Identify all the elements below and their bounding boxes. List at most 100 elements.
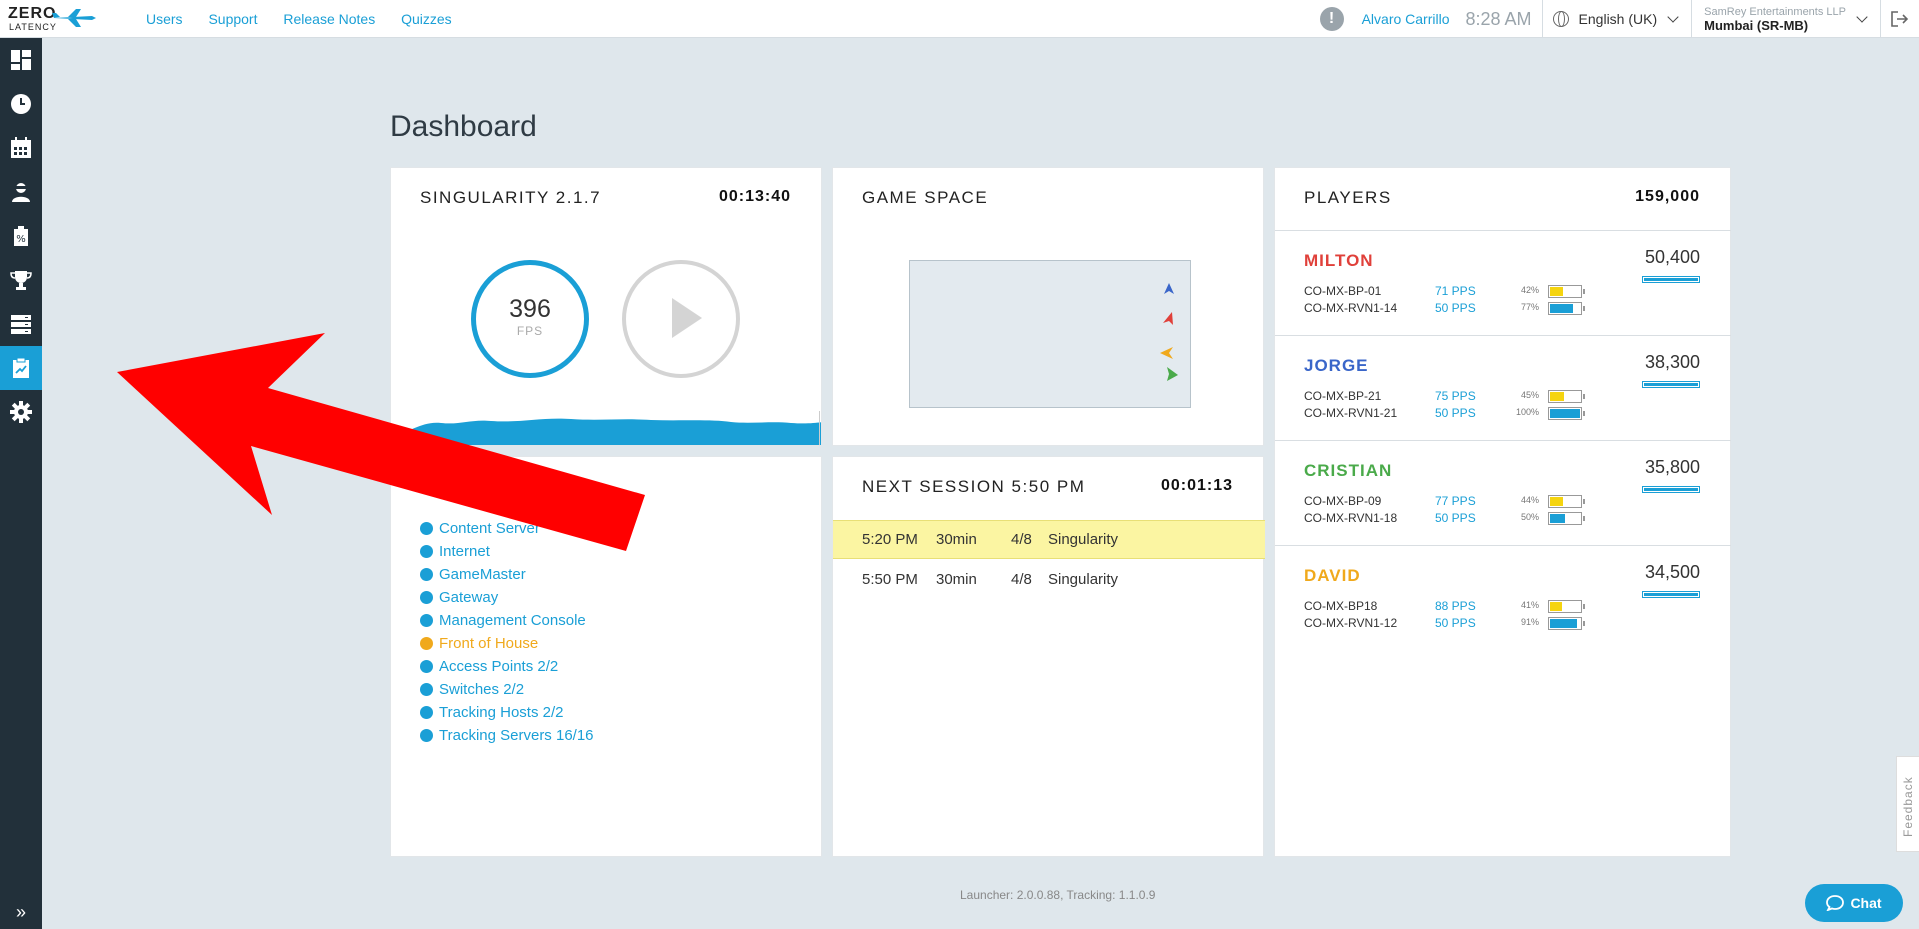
username-link[interactable]: Alvaro Carrillo	[1362, 11, 1450, 27]
status-dot-icon	[420, 568, 433, 581]
system-status-item[interactable]: Gateway	[420, 586, 594, 609]
player-marker-icon	[1167, 367, 1178, 381]
system-status-list: Content Server Internet GameMaster Gateway M…	[420, 517, 594, 747]
device-pps: 77 PPS	[1435, 494, 1476, 508]
system-status-item[interactable]: GameMaster	[420, 563, 594, 586]
session-duration: 30min	[936, 531, 977, 548]
player-score-bar	[1642, 381, 1700, 388]
session-duration: 30min	[936, 571, 977, 588]
nav-quizzes[interactable]: Quizzes	[401, 11, 452, 27]
session-row[interactable]: 5:20 PM 30min 4/8 Singularity	[833, 520, 1265, 559]
battery-icon	[1548, 600, 1585, 613]
venue-select[interactable]: SamRey Entertainments LLP Mumbai (SR-MB)	[1692, 6, 1880, 32]
player-block[interactable]: CRISTIAN 35,800 CO-MX-BP-09 77 PPS 44% CO-MX-…	[1275, 440, 1731, 545]
battery-percent: 77%	[1520, 302, 1539, 312]
fps-waveform	[391, 411, 821, 445]
plane-icon	[52, 9, 96, 27]
battery-icon	[1548, 407, 1585, 420]
game-space-title: GAME SPACE	[862, 188, 989, 207]
sidebar-expand-button[interactable]: »	[0, 895, 42, 929]
sidebar-item-settings[interactable]	[0, 390, 42, 434]
status-dot-icon	[420, 637, 433, 650]
sidebar: % »	[0, 38, 42, 929]
device-pps: 50 PPS	[1435, 616, 1476, 630]
double-chevron-right-icon: »	[15, 901, 26, 922]
play-button[interactable]	[622, 260, 740, 378]
player-marker-icon	[1164, 283, 1174, 294]
player-score-bar	[1642, 591, 1700, 598]
system-status-item[interactable]: Tracking Hosts 2/2	[420, 701, 594, 724]
session-players: 4/8	[1011, 531, 1032, 548]
device-id: CO-MX-RVN1-18	[1304, 511, 1398, 525]
device-id: CO-MX-RVN1-21	[1304, 406, 1398, 420]
status-dot-icon	[420, 706, 433, 719]
singularity-title: SINGULARITY 2.1.7	[420, 188, 602, 207]
battery-percent: 44%	[1520, 495, 1539, 505]
device-id: CO-MX-BP18	[1304, 599, 1378, 613]
players-total: 159,000	[1635, 188, 1700, 205]
player-name: CRISTIAN	[1304, 461, 1393, 480]
alert-icon[interactable]: !	[1319, 7, 1344, 31]
sidebar-item-leaderboard[interactable]	[0, 258, 42, 302]
session-time: 5:50 PM	[862, 571, 918, 588]
device-pps: 50 PPS	[1435, 406, 1476, 420]
battery-icon	[1548, 495, 1585, 508]
battery-percent: 41%	[1520, 600, 1539, 610]
servers-icon	[11, 315, 31, 334]
dashboard-icon	[11, 50, 31, 70]
player-block[interactable]: JORGE 38,300 CO-MX-BP-21 75 PPS 45% CO-MX-RVN…	[1275, 335, 1731, 440]
system-status-item[interactable]: Management Console	[420, 609, 594, 632]
sidebar-item-calendar[interactable]	[0, 126, 42, 170]
sidebar-item-promotions[interactable]: %	[0, 214, 42, 258]
clock: 8:28 AM	[1465, 8, 1532, 29]
player-score: 34,500	[1644, 562, 1700, 582]
system-status-item[interactable]: Content Server	[420, 517, 594, 540]
device-id: CO-MX-BP-01	[1304, 284, 1382, 298]
system-status-item[interactable]: Switches 2/2	[420, 678, 594, 701]
session-row[interactable]: 5:50 PM 30min 4/8 Singularity	[833, 560, 1265, 599]
singularity-timer: 00:13:40	[718, 188, 791, 205]
feedback-tab[interactable]: Feedback	[1896, 756, 1919, 852]
nav-support[interactable]: Support	[208, 11, 257, 27]
next-session-card: NEXT SESSION 5:50 PM 00:01:13 5:20 PM 30…	[832, 456, 1265, 857]
player-markers	[1160, 283, 1178, 381]
device-id: CO-MX-BP-09	[1304, 494, 1382, 508]
sidebar-item-reports[interactable]	[0, 346, 42, 390]
game-space-map[interactable]	[909, 260, 1191, 408]
sidebar-item-history[interactable]	[0, 82, 42, 126]
system-status-label: Access Points 2/2	[439, 658, 559, 675]
battery-icon	[1548, 285, 1585, 298]
player-marker-icon	[1163, 312, 1173, 325]
chevron-down-icon	[1856, 11, 1868, 23]
battery-icon	[1548, 302, 1585, 315]
chat-button[interactable]: Chat	[1805, 884, 1903, 922]
system-status-item[interactable]: Access Points 2/2	[420, 655, 594, 678]
status-dot-icon	[420, 683, 433, 696]
nav-users[interactable]: Users	[146, 11, 183, 27]
next-session-title: NEXT SESSION 5:50 PM	[862, 477, 1086, 496]
device-pps: 88 PPS	[1435, 599, 1476, 613]
sidebar-item-dashboard[interactable]	[0, 38, 42, 82]
logout-button[interactable]	[1881, 0, 1919, 38]
language-select[interactable]: English (UK)	[1543, 11, 1692, 27]
players-card: PLAYERS 159,000 MILTON 50,400 CO-MX-BP-01 7…	[1274, 167, 1731, 857]
system-status-item[interactable]: Front of House	[420, 632, 594, 655]
svg-text:%: %	[16, 234, 26, 245]
nav-release-notes[interactable]: Release Notes	[283, 11, 375, 27]
settings-icon	[10, 401, 32, 423]
game-space-card: GAME SPACE	[832, 167, 1264, 446]
battery-percent: 100%	[1515, 407, 1539, 417]
top-bar: ZERO LATENCY Users Support Release Notes…	[0, 0, 1919, 38]
chat-bubble-icon	[1826, 895, 1845, 911]
sidebar-item-servers[interactable]	[0, 302, 42, 346]
player-score: 38,300	[1644, 352, 1700, 372]
system-status-item[interactable]: Tracking Servers 16/16	[420, 724, 594, 747]
calendar-icon	[11, 137, 31, 158]
player-block[interactable]: MILTON 50,400 CO-MX-BP-01 71 PPS 42% CO-MX-RV…	[1275, 230, 1731, 335]
fps-value: 396	[509, 295, 551, 323]
system-status-item[interactable]: Internet	[420, 540, 594, 563]
sidebar-item-players[interactable]	[0, 170, 42, 214]
logout-icon	[1891, 11, 1909, 27]
player-block[interactable]: DAVID 34,500 CO-MX-BP18 88 PPS 41% CO-MX-RVN1…	[1275, 545, 1731, 650]
zero-latency-logo[interactable]: ZERO LATENCY	[8, 5, 96, 33]
